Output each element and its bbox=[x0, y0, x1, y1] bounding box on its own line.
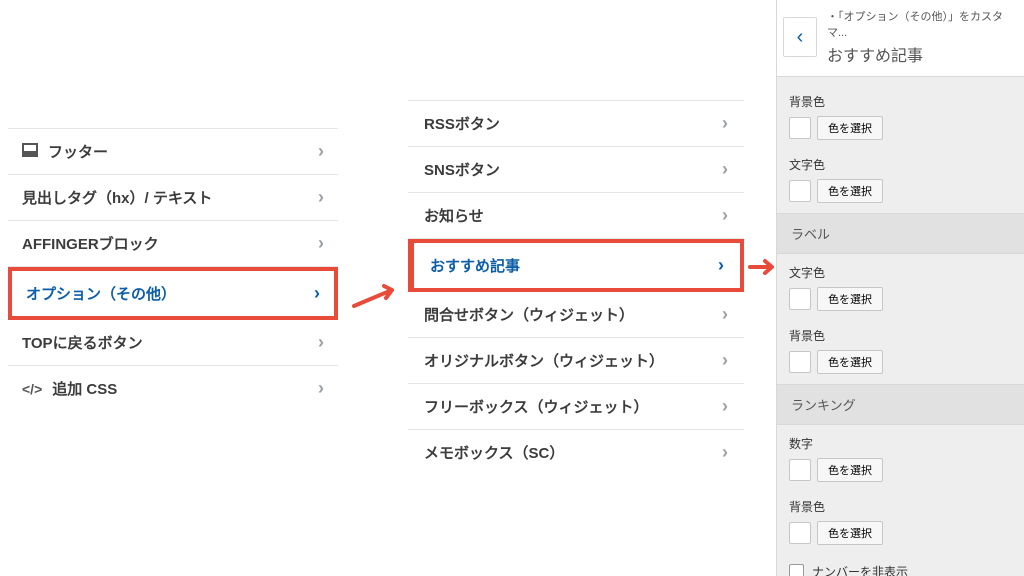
submenu-item-original-widget[interactable]: オリジナルボタン（ウィジェット） › bbox=[408, 338, 744, 384]
chevron-right-icon: › bbox=[722, 304, 728, 325]
footer-icon bbox=[22, 143, 38, 157]
submenu-item-label: SNSボタン bbox=[424, 159, 500, 180]
panel-body: 背景色 色を選択 文字色 色を選択 ラベル 文字色 色を選択 背景色 色を選択 … bbox=[777, 77, 1024, 576]
color-swatch[interactable] bbox=[789, 180, 811, 202]
sidebar-item-additional-css[interactable]: </> 追加 CSS › bbox=[8, 366, 338, 411]
color-picker-row: 色を選択 bbox=[777, 287, 1024, 321]
select-color-button[interactable]: 色を選択 bbox=[817, 179, 883, 203]
submenu-item-memobox-sc[interactable]: メモボックス（SC） › bbox=[408, 430, 744, 475]
chevron-right-icon: › bbox=[318, 233, 324, 254]
mid-menu: RSSボタン › SNSボタン › お知らせ › おすすめ記事 › 問合せボタン（ウィジ… bbox=[408, 100, 744, 475]
color-picker-row: 色を選択 bbox=[777, 458, 1024, 492]
sidebar-item-label: オプション（その他） bbox=[26, 283, 314, 304]
code-icon: </> bbox=[22, 381, 42, 397]
sidebar-item-label: フッター bbox=[48, 144, 108, 161]
chevron-right-icon: › bbox=[722, 159, 728, 180]
color-picker-row: 色を選択 bbox=[777, 116, 1024, 150]
chevron-right-icon: › bbox=[718, 255, 724, 276]
field-label-number: 数字 bbox=[777, 429, 1024, 458]
field-label-text: 文字色 bbox=[777, 150, 1024, 179]
sidebar-item-option-other[interactable]: オプション（その他） › bbox=[8, 267, 338, 320]
sidebar-item-label: 見出しタグ（hx）/ テキスト bbox=[22, 187, 318, 208]
sidebar-item-footer[interactable]: フッター › bbox=[8, 128, 338, 175]
chevron-left-icon: ‹ bbox=[797, 26, 804, 49]
chevron-right-icon: › bbox=[722, 396, 728, 417]
submenu-item-notice[interactable]: お知らせ › bbox=[408, 193, 744, 239]
panel-header: ‹ ・「オプション（その他）」をカスタマ... おすすめ記事 bbox=[777, 0, 1024, 77]
submenu-item-recommended[interactable]: おすすめ記事 › bbox=[408, 239, 744, 292]
sidebar-item-affinger-block[interactable]: AFFINGERブロック › bbox=[8, 221, 338, 267]
field-label-bg: 背景色 bbox=[777, 321, 1024, 350]
submenu-item-rss[interactable]: RSSボタン › bbox=[408, 100, 744, 147]
sidebar-item-heading-text[interactable]: 見出しタグ（hx）/ テキスト › bbox=[8, 175, 338, 221]
submenu-item-contact-widget[interactable]: 問合せボタン（ウィジェット） › bbox=[408, 292, 744, 338]
chevron-right-icon: › bbox=[318, 141, 324, 162]
left-menu: フッター › 見出しタグ（hx）/ テキスト › AFFINGERブロック › … bbox=[8, 128, 338, 411]
select-color-button[interactable]: 色を選択 bbox=[817, 350, 883, 374]
chevron-right-icon: › bbox=[314, 283, 320, 304]
submenu-item-label: メモボックス（SC） bbox=[424, 442, 564, 463]
arrow-icon bbox=[352, 282, 404, 310]
color-swatch[interactable] bbox=[789, 459, 811, 481]
submenu-item-label: お知らせ bbox=[424, 205, 484, 226]
color-picker-row: 色を選択 bbox=[777, 350, 1024, 384]
checkbox-hide-number[interactable]: ナンバーを非表示 bbox=[777, 555, 1024, 576]
submenu-item-label: 問合せボタン（ウィジェット） bbox=[424, 304, 634, 325]
color-swatch[interactable] bbox=[789, 117, 811, 139]
chevron-right-icon: › bbox=[722, 442, 728, 463]
section-header-label: ラベル bbox=[777, 213, 1024, 254]
chevron-right-icon: › bbox=[318, 378, 324, 399]
submenu-item-sns[interactable]: SNSボタン › bbox=[408, 147, 744, 193]
chevron-right-icon: › bbox=[722, 113, 728, 134]
section-header-ranking: ランキング bbox=[777, 384, 1024, 425]
select-color-button[interactable]: 色を選択 bbox=[817, 521, 883, 545]
color-picker-row: 色を選択 bbox=[777, 179, 1024, 213]
color-swatch[interactable] bbox=[789, 288, 811, 310]
select-color-button[interactable]: 色を選択 bbox=[817, 287, 883, 311]
chevron-right-icon: › bbox=[318, 187, 324, 208]
breadcrumb: ・「オプション（その他）」をカスタマ... bbox=[827, 8, 1014, 40]
submenu-item-freebox-widget[interactable]: フリーボックス（ウィジェット） › bbox=[408, 384, 744, 430]
panel-header-text: ・「オプション（その他）」をカスタマ... おすすめ記事 bbox=[827, 8, 1014, 66]
sidebar-item-label: AFFINGERブロック bbox=[22, 233, 318, 254]
checkbox-icon bbox=[789, 564, 804, 576]
panel-title: おすすめ記事 bbox=[827, 42, 1014, 66]
submenu-item-label: オリジナルボタン（ウィジェット） bbox=[424, 350, 664, 371]
field-label-text: 文字色 bbox=[777, 258, 1024, 287]
chevron-right-icon: › bbox=[722, 205, 728, 226]
color-swatch[interactable] bbox=[789, 351, 811, 373]
back-button[interactable]: ‹ bbox=[783, 17, 817, 57]
customizer-panel: ‹ ・「オプション（その他）」をカスタマ... おすすめ記事 背景色 色を選択 … bbox=[776, 0, 1024, 576]
sidebar-item-label: TOPに戻るボタン bbox=[22, 332, 318, 353]
arrow-icon bbox=[748, 258, 778, 276]
color-swatch[interactable] bbox=[789, 522, 811, 544]
select-color-button[interactable]: 色を選択 bbox=[817, 458, 883, 482]
chevron-right-icon: › bbox=[722, 350, 728, 371]
field-label-bg: 背景色 bbox=[777, 87, 1024, 116]
submenu-item-label: おすすめ記事 bbox=[430, 255, 520, 276]
submenu-item-label: フリーボックス（ウィジェット） bbox=[424, 396, 649, 417]
sidebar-item-top-return[interactable]: TOPに戻るボタン › bbox=[8, 320, 338, 366]
color-picker-row: 色を選択 bbox=[777, 521, 1024, 555]
select-color-button[interactable]: 色を選択 bbox=[817, 116, 883, 140]
checkbox-label: ナンバーを非表示 bbox=[812, 563, 908, 576]
field-label-bg: 背景色 bbox=[777, 492, 1024, 521]
submenu-item-label: RSSボタン bbox=[424, 113, 500, 134]
chevron-right-icon: › bbox=[318, 332, 324, 353]
sidebar-item-label: 追加 CSS bbox=[52, 381, 117, 398]
